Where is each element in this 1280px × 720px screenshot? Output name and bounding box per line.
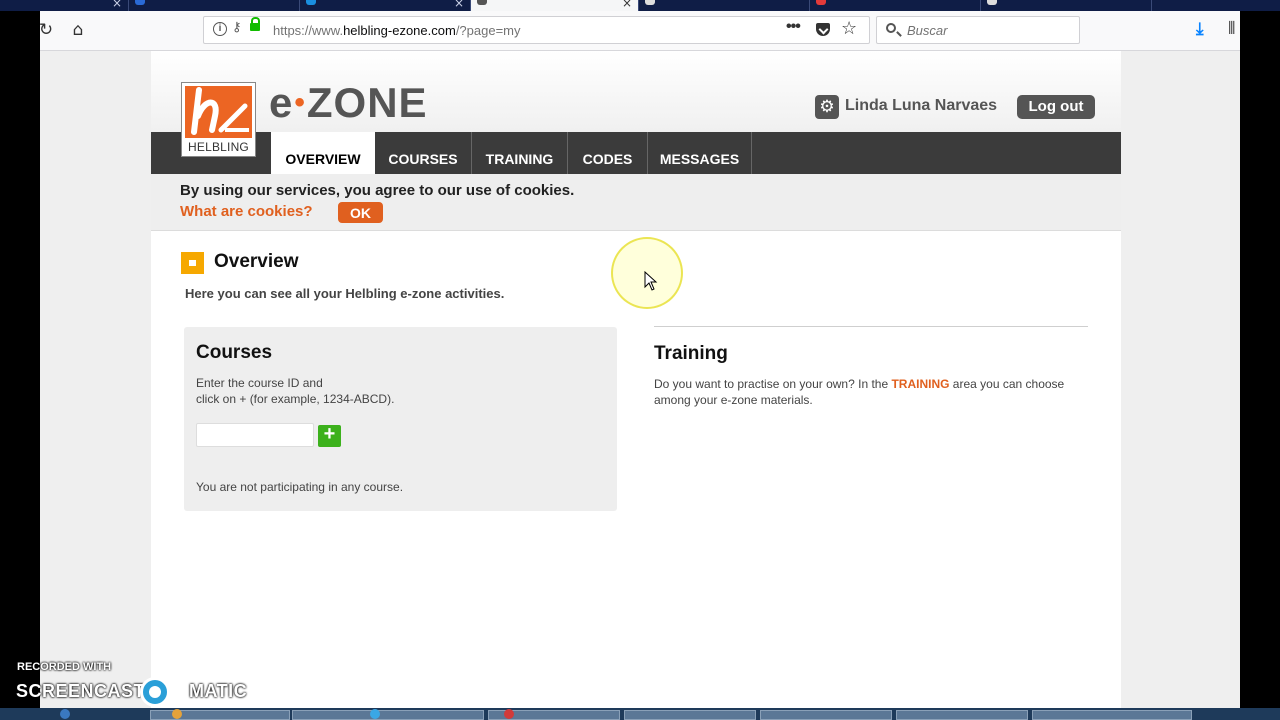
browser-toolbar: ↻ ⌂ i ⚷ https://www.helbling-ezone.com/?… (39, 11, 1240, 51)
recorded-with-text: RECORDED WITH (17, 661, 112, 673)
lock-icon[interactable] (250, 17, 260, 31)
page-title: Overview (214, 251, 299, 272)
settings-gear-icon[interactable] (815, 95, 839, 119)
page-container: HELBLING e•ZONE Linda Luna Narvaes Log o… (151, 51, 1121, 708)
tab-favicon-icon (816, 0, 826, 5)
taskbar-button[interactable] (292, 710, 484, 720)
close-tab-icon[interactable]: × (112, 0, 122, 10)
mouse-cursor-icon (644, 271, 658, 291)
browser-tab[interactable] (981, 0, 1152, 11)
cookie-ok-button[interactable]: OK (338, 202, 383, 223)
tab-strip: × × × (0, 0, 1280, 11)
search-placeholder: Buscar (907, 23, 948, 38)
courses-status: You are not participating in any course. (196, 480, 404, 494)
add-course-button[interactable] (318, 423, 341, 447)
search-field[interactable]: Buscar (876, 16, 1080, 44)
close-tab-icon[interactable]: × (454, 0, 464, 10)
courses-hint-line: Enter the course ID and (196, 376, 323, 390)
site-info-icon[interactable]: i (213, 22, 227, 36)
watermark-right: MATIC (189, 681, 248, 701)
app-icon (504, 709, 514, 719)
taskbar-button[interactable] (150, 710, 290, 720)
logout-button[interactable]: Log out (1017, 95, 1095, 119)
taskbar-button[interactable] (624, 710, 756, 720)
courses-panel: Courses Enter the course ID and click on… (184, 327, 617, 511)
watermark-left: SCREENCAST (16, 681, 146, 701)
browser-tab[interactable]: × (300, 0, 471, 11)
home-icon[interactable]: ⌂ (66, 18, 90, 42)
cookie-message: By using our services, you agree to our … (180, 182, 575, 199)
overview-square-icon (181, 252, 204, 274)
menu-codes[interactable]: CODES (568, 132, 648, 174)
browser-tab[interactable] (639, 0, 810, 11)
firefox-icon (172, 709, 182, 719)
menu-overview[interactable]: OVERVIEW (271, 132, 375, 174)
key-icon[interactable]: ⚷ (232, 20, 242, 35)
menu-courses[interactable]: COURSES (375, 132, 472, 174)
cookie-banner: By using our services, you agree to our … (151, 174, 1121, 231)
reload-icon[interactable]: ↻ (34, 18, 58, 42)
browser-tab-active[interactable]: × (471, 0, 639, 11)
page-viewport: HELBLING e•ZONE Linda Luna Narvaes Log o… (40, 51, 1240, 708)
user-name[interactable]: Linda Luna Narvaes (845, 97, 997, 115)
menu-messages[interactable]: MESSAGES (648, 132, 752, 174)
page-description: Here you can see all your Helbling e-zon… (185, 286, 505, 301)
tab-favicon-icon (306, 0, 316, 5)
url-text[interactable]: https://www.helbling-ezone.com/?page=my (273, 23, 521, 38)
courses-hint: Enter the course ID and click on + (for … (196, 375, 394, 407)
courses-hint-line: click on + (for example, 1234-ABCD). (196, 392, 395, 406)
tab-favicon-icon (477, 0, 487, 5)
helbling-logo-mark-icon (185, 86, 252, 138)
library-icon[interactable]: ⦀ (1228, 19, 1235, 39)
training-divider (654, 326, 1088, 327)
tab-favicon-icon (987, 0, 997, 5)
browser-tab[interactable]: × (0, 0, 129, 11)
menu-training[interactable]: TRAINING (472, 132, 568, 174)
pocket-icon[interactable] (816, 23, 830, 36)
tab-favicon-icon (135, 0, 145, 5)
bookmark-star-icon[interactable]: ☆ (841, 18, 857, 39)
close-tab-icon[interactable]: × (622, 0, 632, 10)
training-title: Training (654, 343, 728, 364)
download-icon[interactable]: ⤓ (1196, 19, 1204, 39)
taskbar (0, 708, 1280, 720)
course-id-input[interactable] (196, 423, 314, 447)
cookie-info-link[interactable]: What are cookies? (180, 203, 313, 220)
page-actions-icon[interactable]: ••• (786, 18, 801, 36)
tab-favicon-icon (645, 0, 655, 5)
taskbar-button[interactable] (760, 710, 892, 720)
search-icon (886, 23, 896, 33)
screencast-logo-icon (140, 677, 170, 707)
training-text-part: Do you want to practise on your own? In … (654, 377, 892, 391)
training-link[interactable]: TRAINING (891, 377, 949, 391)
training-text: Do you want to practise on your own? In … (654, 376, 1084, 408)
logo-text: HELBLING (188, 140, 249, 154)
url-bar[interactable]: i ⚷ https://www.helbling-ezone.com/?page… (203, 16, 870, 44)
browser-tab[interactable] (129, 0, 300, 11)
taskbar-button[interactable] (1032, 710, 1192, 720)
browser-tab[interactable] (810, 0, 981, 11)
ezone-brand[interactable]: e•ZONE (269, 79, 428, 127)
site-header: HELBLING e•ZONE Linda Luna Narvaes Log o… (151, 51, 1121, 157)
screencast-matic-logo: SCREENCAST MATIC (16, 681, 247, 702)
taskbar-button[interactable] (896, 710, 1028, 720)
skype-icon (370, 709, 380, 719)
main-menu: OVERVIEW COURSES TRAINING CODES MESSAGES (151, 132, 1121, 174)
start-icon[interactable] (60, 709, 70, 719)
courses-title: Courses (196, 342, 273, 363)
helbling-logo[interactable]: HELBLING (181, 82, 256, 157)
